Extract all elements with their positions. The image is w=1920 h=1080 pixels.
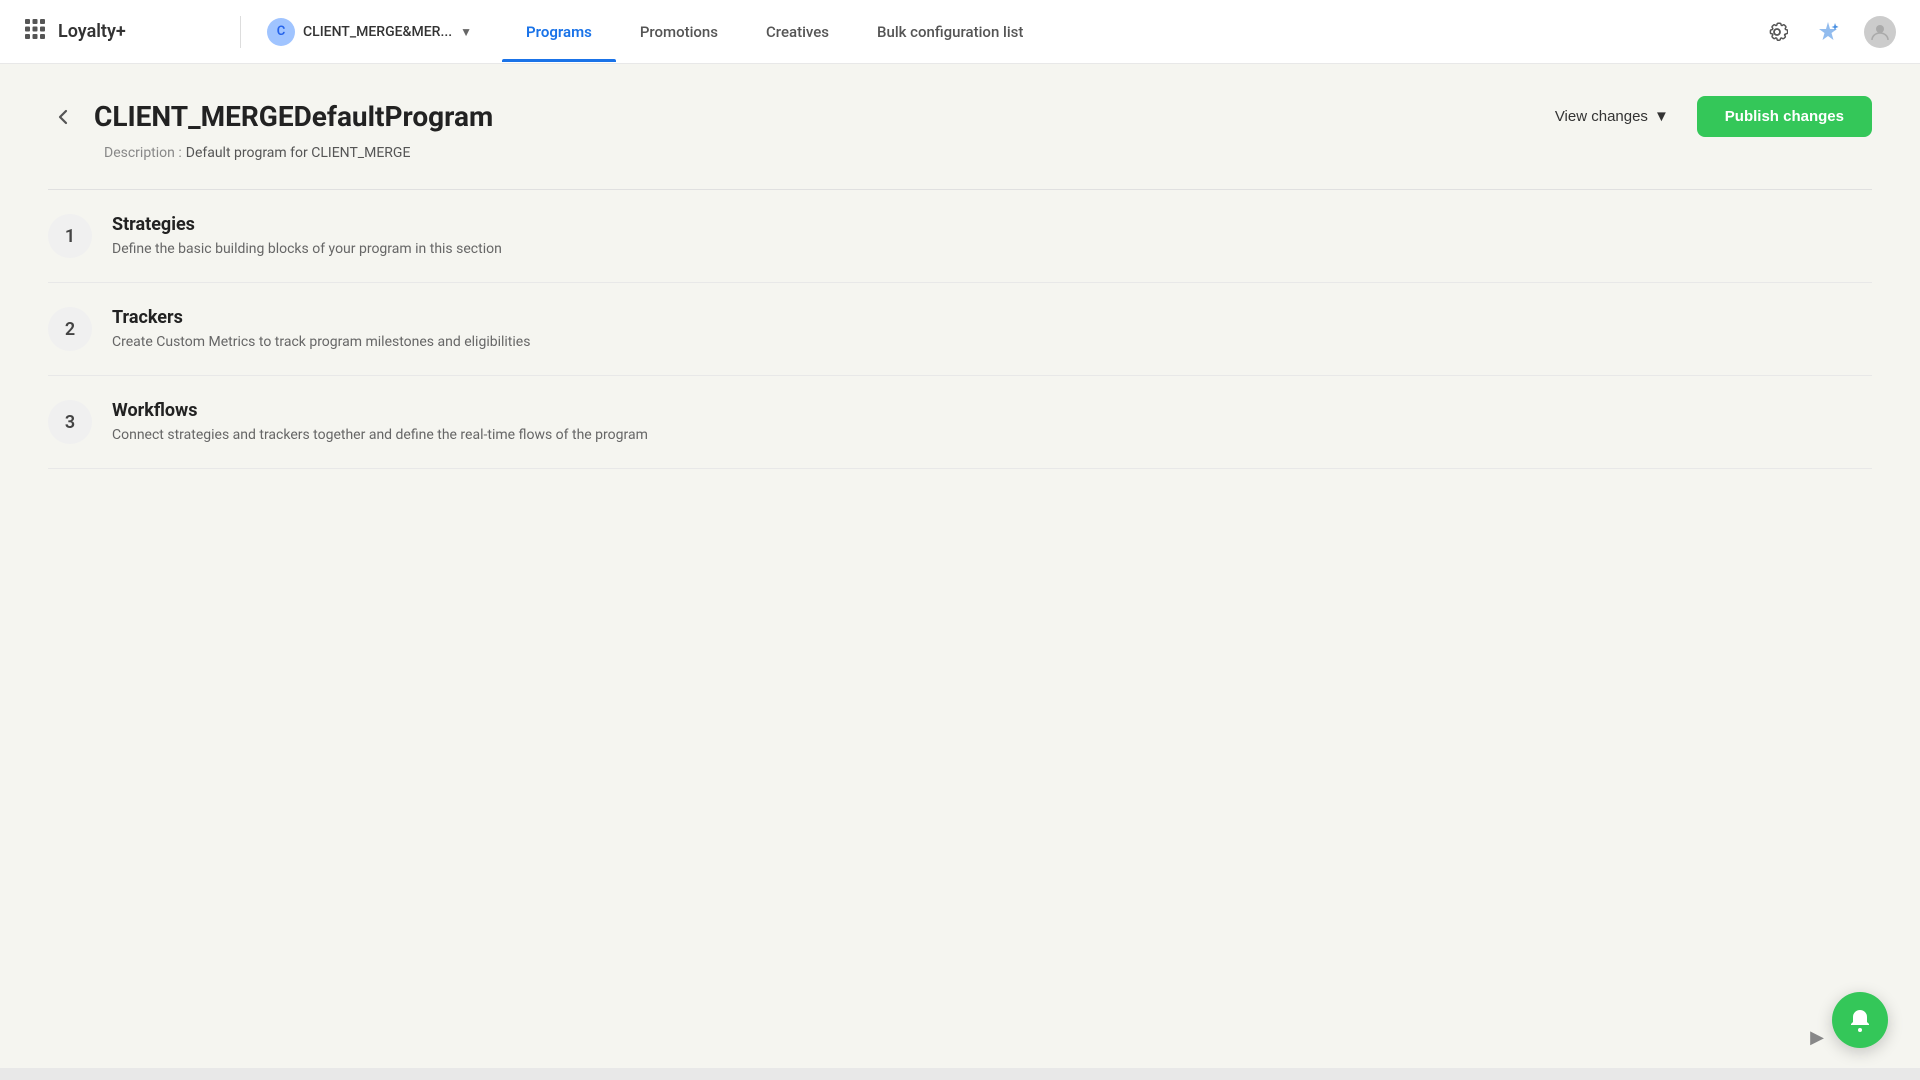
section-info-workflows: Workflows Connect strategies and tracker… <box>112 400 648 443</box>
section-desc-workflows: Connect strategies and trackers together… <box>112 427 648 443</box>
section-info-trackers: Trackers Create Custom Metrics to track … <box>112 307 530 350</box>
page-title: CLIENT_MERGEDefaultProgram <box>94 100 493 133</box>
section-number-1: 1 <box>48 214 92 258</box>
bottom-scrollbar[interactable] <box>0 1068 1920 1080</box>
main-content: CLIENT_MERGEDefaultProgram View changes … <box>0 64 1920 501</box>
section-item-strategies[interactable]: 1 Strategies Define the basic building b… <box>48 190 1872 283</box>
section-desc-strategies: Define the basic building blocks of your… <box>112 241 502 257</box>
view-changes-chevron-icon: ▼ <box>1654 108 1669 125</box>
description-text: Default program for CLIENT_MERGE <box>186 145 411 161</box>
section-title-strategies: Strategies <box>112 214 502 235</box>
section-item-trackers[interactable]: 2 Trackers Create Custom Metrics to trac… <box>48 283 1872 376</box>
client-avatar: C <box>267 18 295 46</box>
section-title-workflows: Workflows <box>112 400 648 421</box>
nav-item-programs[interactable]: Programs <box>502 3 616 61</box>
brand-area: Loyalty+ <box>24 18 224 45</box>
publish-changes-button[interactable]: Publish changes <box>1697 96 1872 137</box>
navbar: Loyalty+ C CLIENT_MERGE&MER... ▼ Program… <box>0 0 1920 64</box>
description-label: Description : <box>104 145 182 161</box>
section-desc-trackers: Create Custom Metrics to track program m… <box>112 334 530 350</box>
section-title-trackers: Trackers <box>112 307 530 328</box>
section-info-strategies: Strategies Define the basic building blo… <box>112 214 502 257</box>
section-number-2: 2 <box>48 307 92 351</box>
view-changes-label: View changes <box>1555 108 1648 125</box>
main-nav: Programs Promotions Creatives Bulk confi… <box>502 3 1762 61</box>
navbar-right <box>1762 16 1896 48</box>
nav-item-creatives[interactable]: Creatives <box>742 3 853 61</box>
section-item-workflows[interactable]: 3 Workflows Connect strategies and track… <box>48 376 1872 469</box>
grid-icon[interactable] <box>24 18 46 45</box>
page-title-area: CLIENT_MERGEDefaultProgram <box>48 100 493 133</box>
description-row: Description : Default program for CLIENT… <box>104 145 1872 161</box>
view-changes-button[interactable]: View changes ▼ <box>1539 98 1685 135</box>
settings-button[interactable] <box>1762 17 1792 47</box>
back-button[interactable] <box>48 102 78 132</box>
sections-list: 1 Strategies Define the basic building b… <box>48 190 1872 469</box>
user-avatar[interactable] <box>1864 16 1896 48</box>
page-header: CLIENT_MERGEDefaultProgram View changes … <box>48 96 1872 137</box>
notification-fab[interactable] <box>1832 992 1888 1048</box>
client-name: CLIENT_MERGE&MER... <box>303 24 452 40</box>
chevron-down-icon: ▼ <box>460 25 472 39</box>
section-number-3: 3 <box>48 400 92 444</box>
brand-name: Loyalty+ <box>58 21 126 42</box>
nav-item-bulk[interactable]: Bulk configuration list <box>853 3 1047 61</box>
client-selector[interactable]: C CLIENT_MERGE&MER... ▼ <box>257 12 482 52</box>
nav-divider <box>240 16 241 48</box>
nav-item-promotions[interactable]: Promotions <box>616 3 742 61</box>
ai-button[interactable] <box>1812 16 1844 48</box>
scroll-right-arrow[interactable]: ▶ <box>1810 1027 1824 1048</box>
header-actions: View changes ▼ Publish changes <box>1539 96 1872 137</box>
